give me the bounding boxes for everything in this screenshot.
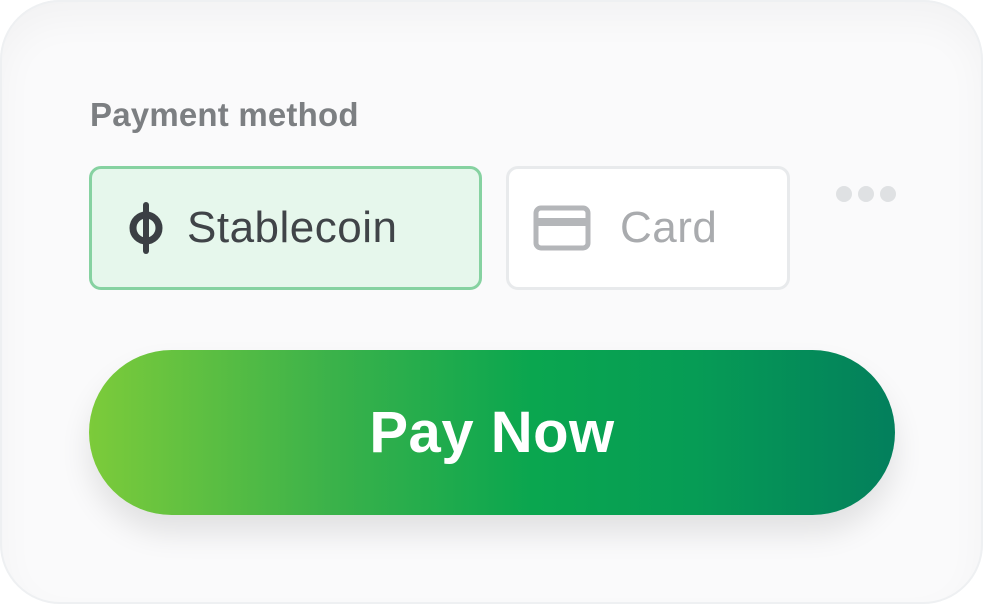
stablecoin-icon: [125, 202, 167, 254]
credit-card-icon: [532, 205, 592, 251]
payment-option-stablecoin[interactable]: Stablecoin: [89, 166, 482, 290]
dot: [880, 186, 896, 202]
payment-card: Payment method Stablecoin Card Pay Now: [0, 0, 983, 604]
card-label: Card: [620, 203, 718, 252]
more-dots-icon[interactable]: [836, 186, 896, 202]
pay-now-button[interactable]: Pay Now: [89, 350, 895, 515]
pay-now-label: Pay Now: [369, 400, 615, 465]
dot: [836, 186, 852, 202]
stablecoin-label: Stablecoin: [187, 203, 398, 252]
payment-option-card[interactable]: Card: [506, 166, 790, 290]
dot: [858, 186, 874, 202]
payment-method-label: Payment method: [90, 96, 359, 133]
